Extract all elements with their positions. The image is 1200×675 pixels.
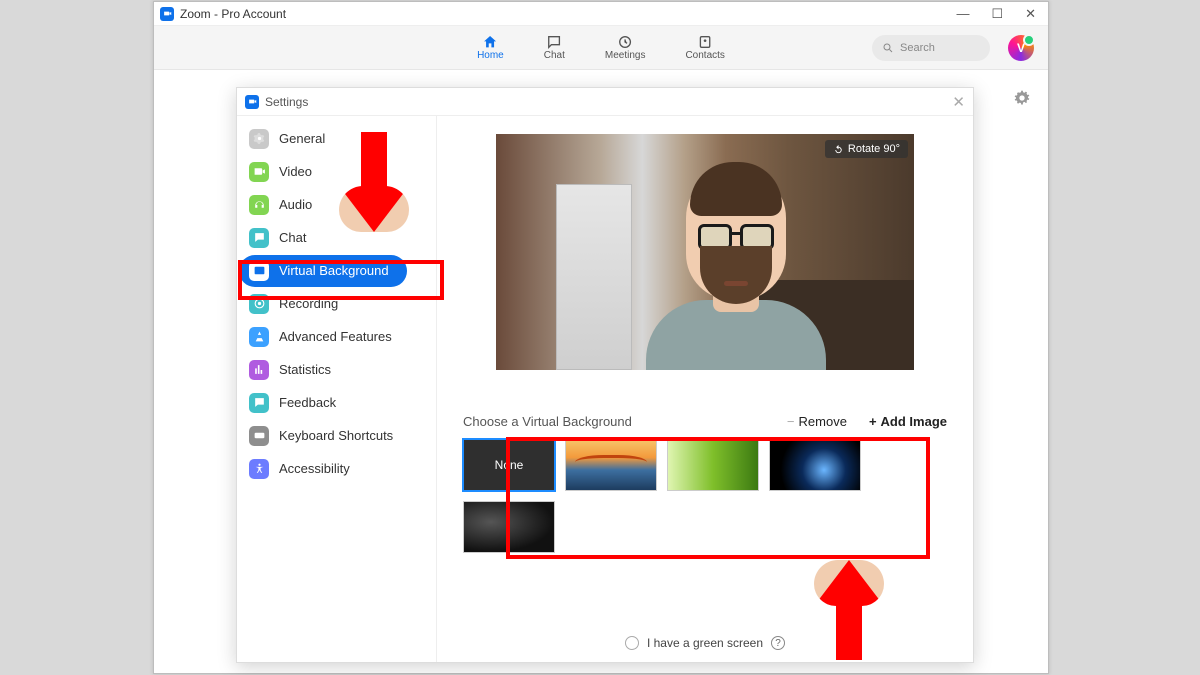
settings-gear-icon[interactable] [1014,90,1030,111]
video-preview: Rotate 90° [496,134,914,370]
sidebar-item-label: Advanced Features [279,329,392,344]
sidebar-icon [249,327,269,347]
preview-person [616,150,826,370]
vb-none-label: None [495,458,524,472]
main-toolbar: Home Chat Meetings Contacts Search V [154,26,1048,70]
green-screen-label: I have a green screen [647,636,763,650]
nav-meetings[interactable]: Meetings [605,34,646,61]
home-icon [481,34,499,50]
vb-thumb-bridge[interactable] [565,439,657,491]
sidebar-icon [249,129,269,149]
chat-icon [545,34,563,50]
sidebar-item-chat[interactable]: Chat [237,221,436,254]
sidebar-icon [249,360,269,380]
settings-close-button[interactable]: ✕ [952,93,965,111]
nav-contacts-label: Contacts [685,50,724,61]
nav-home[interactable]: Home [477,34,504,61]
remove-image-button[interactable]: − Remove [787,414,847,429]
maximize-button[interactable]: ☐ [991,6,1003,22]
clock-icon [616,34,634,50]
settings-content: Rotate 90° Choose a Virtual Background −… [437,116,973,662]
nav-chat[interactable]: Chat [544,34,565,61]
main-nav: Home Chat Meetings Contacts [477,34,725,61]
search-input[interactable]: Search [872,35,990,61]
sidebar-item-recording[interactable]: Recording [237,287,436,320]
vb-thumbnails: None [463,439,883,553]
window-title: Zoom - Pro Account [180,7,286,21]
zoom-logo-icon [245,95,259,109]
sidebar-item-video[interactable]: Video [237,155,436,188]
sidebar-item-label: Audio [279,197,312,212]
sidebar-icon [249,195,269,215]
help-icon[interactable]: ? [771,636,785,650]
minimize-button[interactable]: — [956,6,969,22]
titlebar: Zoom - Pro Account — ☐ ✕ [154,2,1048,26]
avatar[interactable]: V [1008,35,1034,61]
vb-thumb-grass[interactable] [667,439,759,491]
vb-section-header: Choose a Virtual Background − Remove + A… [463,414,947,429]
sidebar-item-virtual-background[interactable]: Virtual Background [237,254,436,287]
sidebar-item-feedback[interactable]: ! Feedback [237,386,436,419]
search-icon [882,42,894,54]
rotate-icon [833,144,844,155]
rotate-button[interactable]: Rotate 90° [825,140,908,158]
sidebar-item-label: Accessibility [279,461,350,476]
sidebar-icon [249,426,269,446]
sidebar-icon [249,261,269,281]
add-image-button[interactable]: + Add Image [869,414,947,429]
search-placeholder: Search [900,42,935,54]
nav-meetings-label: Meetings [605,50,646,61]
sidebar-item-label: Feedback [279,395,336,410]
sidebar-icon [249,459,269,479]
sidebar-item-statistics[interactable]: Statistics [237,353,436,386]
add-label: Add Image [881,414,947,429]
sidebar-icon [249,162,269,182]
contacts-icon [696,34,714,50]
zoom-logo-icon [160,7,174,21]
vb-thumb-none[interactable]: None [463,439,555,491]
sidebar-item-label: Recording [279,296,338,311]
green-screen-checkbox[interactable] [625,636,639,650]
remove-label: Remove [799,414,847,429]
sidebar-item-label: Keyboard Shortcuts [279,428,393,443]
sidebar-item-keyboard-shortcuts[interactable]: Keyboard Shortcuts [237,419,436,452]
close-button[interactable]: ✕ [1025,6,1036,22]
sidebar-item-label: Statistics [279,362,331,377]
settings-titlebar: Settings ✕ [237,88,973,116]
nav-chat-label: Chat [544,50,565,61]
settings-sidebar: General Video Audio Chat Virtual Background R… [237,116,437,662]
sidebar-icon: ! [249,393,269,413]
sidebar-item-advanced-features[interactable]: Advanced Features [237,320,436,353]
svg-text:!: ! [257,399,258,405]
settings-body: General Video Audio Chat Virtual Background R… [237,116,973,662]
sidebar-item-general[interactable]: General [237,122,436,155]
sidebar-item-audio[interactable]: Audio [237,188,436,221]
sidebar-item-label: Chat [279,230,306,245]
rotate-label: Rotate 90° [848,143,900,155]
green-screen-row: I have a green screen ? [437,636,973,650]
vb-thumb-space[interactable] [769,439,861,491]
sidebar-item-label: General [279,131,325,146]
settings-title-text: Settings [265,95,308,109]
zoom-app-window: Zoom - Pro Account — ☐ ✕ Home Chat Meeti… [153,1,1049,674]
sidebar-icon [249,294,269,314]
nav-contacts[interactable]: Contacts [685,34,724,61]
window-controls: — ☐ ✕ [956,6,1042,22]
settings-window: Settings ✕ General Video Audio Chat Virtual … [236,87,974,663]
sidebar-item-label: Virtual Background [279,263,389,278]
choose-vb-label: Choose a Virtual Background [463,414,632,429]
sidebar-item-accessibility[interactable]: Accessibility [237,452,436,485]
nav-home-label: Home [477,50,504,61]
vb-thumb-custom[interactable] [463,501,555,553]
sidebar-icon [249,228,269,248]
sidebar-item-label: Video [279,164,312,179]
